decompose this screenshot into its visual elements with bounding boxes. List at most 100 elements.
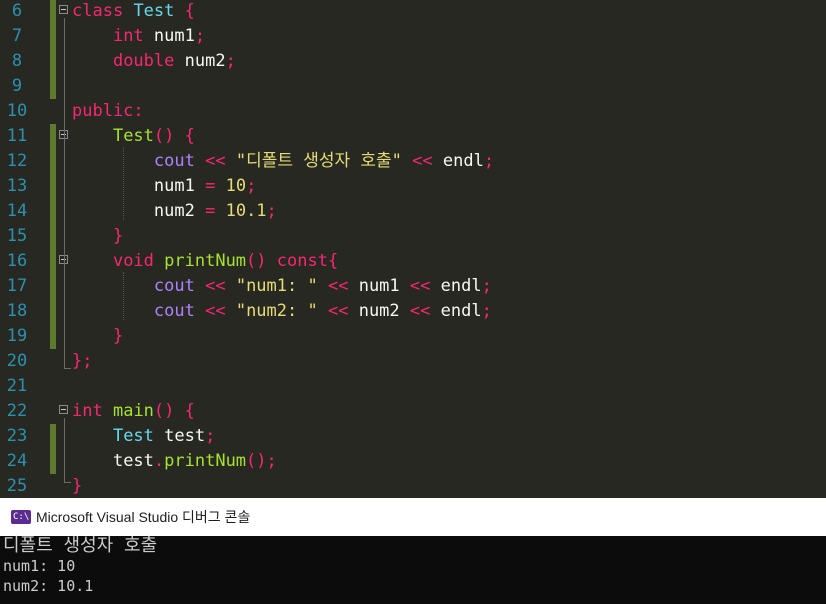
change-marker	[50, 324, 56, 349]
line-number: 15	[6, 226, 28, 246]
code-token: num2	[184, 51, 226, 71]
code-line[interactable]: 9	[0, 74, 826, 99]
collapse-toggle-icon[interactable]	[59, 405, 68, 414]
code-token: ();	[246, 451, 277, 471]
code-token: <<	[205, 151, 226, 171]
code-text: Test() {	[72, 124, 195, 149]
code-token: ;	[205, 426, 216, 446]
line-number: 6	[11, 1, 23, 21]
line-number: 20	[6, 351, 28, 371]
code-token: public:	[72, 101, 144, 121]
code-line[interactable]: 22 int main() {	[0, 399, 826, 424]
code-token: =	[205, 176, 216, 196]
code-text: }	[72, 474, 82, 498]
code-line[interactable]: 21	[0, 374, 826, 399]
outline-guide-end	[64, 356, 71, 369]
code-text: Test test;	[72, 424, 215, 449]
code-token: ;	[225, 51, 236, 71]
code-token: endl	[440, 276, 482, 296]
code-token: 10.1	[225, 201, 267, 221]
line-number: 17	[6, 276, 28, 296]
code-token: Test	[112, 126, 154, 146]
code-line[interactable]: 19 }	[0, 324, 826, 349]
console-app-icon-label: C:\	[13, 512, 30, 522]
code-token: num1	[153, 176, 195, 196]
outline-guide-end	[64, 470, 71, 483]
code-token: <<	[409, 301, 431, 321]
code-line[interactable]: 15 }	[0, 224, 826, 249]
code-line[interactable]: 7 int num1;	[0, 24, 826, 49]
code-token: "num1: "	[235, 276, 318, 296]
code-text: test.printNum();	[72, 449, 277, 474]
code-line[interactable]: 16 void printNum() const{	[0, 249, 826, 274]
change-marker	[50, 199, 56, 224]
code-token: cout	[153, 151, 195, 171]
change-marker	[50, 49, 56, 74]
outline-guide	[64, 18, 65, 366]
code-text: num2 = 10.1;	[72, 199, 277, 224]
code-token: <<	[327, 301, 349, 321]
code-token: ()	[153, 401, 175, 421]
code-text: }	[72, 224, 123, 249]
code-line[interactable]: 23 Test test;	[0, 424, 826, 449]
code-token: ()	[153, 126, 175, 146]
line-number: 21	[6, 376, 28, 396]
code-text: cout << "디폴트 생성자 호출" << endl;	[72, 149, 494, 174]
code-token: int	[112, 26, 144, 46]
code-line[interactable]: 10 public:	[0, 99, 826, 124]
code-token: =	[205, 201, 216, 221]
code-token: };	[72, 351, 93, 371]
code-line[interactable]: 25}	[0, 474, 826, 498]
code-line[interactable]: 20};	[0, 349, 826, 374]
code-token: 10	[225, 176, 247, 196]
code-token: ;	[246, 176, 257, 196]
code-token: num1	[153, 26, 195, 46]
debug-console-title: Microsoft Visual Studio 디버그 콘솔	[36, 509, 251, 525]
code-token: <<	[412, 151, 433, 171]
console-output-line: num2: 10.1	[3, 577, 94, 595]
code-line[interactable]: 24 test.printNum();	[0, 449, 826, 474]
console-output-line: 디폴트 생성자 호출	[3, 535, 158, 556]
change-marker	[50, 124, 56, 149]
line-number: 23	[6, 426, 28, 446]
change-marker	[50, 424, 56, 449]
debug-console-output[interactable]: 디폴트 생성자 호출 num1: 10 num2: 10.1	[0, 535, 826, 604]
change-marker	[50, 74, 56, 99]
console-app-icon: C:\	[11, 510, 31, 524]
collapse-toggle-icon[interactable]	[59, 5, 68, 14]
code-line[interactable]: 8 double num2;	[0, 49, 826, 74]
code-editor[interactable]: 6 class Test {7 int num1; 8 double num2; 9 1…	[0, 0, 826, 498]
code-token: ()	[246, 251, 267, 271]
code-line[interactable]: 11 Test() {	[0, 124, 826, 149]
change-marker	[50, 249, 56, 274]
code-line[interactable]: 6 class Test {	[0, 0, 826, 24]
code-token: <<	[205, 301, 226, 321]
code-token: {	[184, 1, 195, 21]
code-token: test	[112, 451, 154, 471]
code-text: };	[72, 349, 92, 374]
code-token: }	[72, 476, 83, 496]
